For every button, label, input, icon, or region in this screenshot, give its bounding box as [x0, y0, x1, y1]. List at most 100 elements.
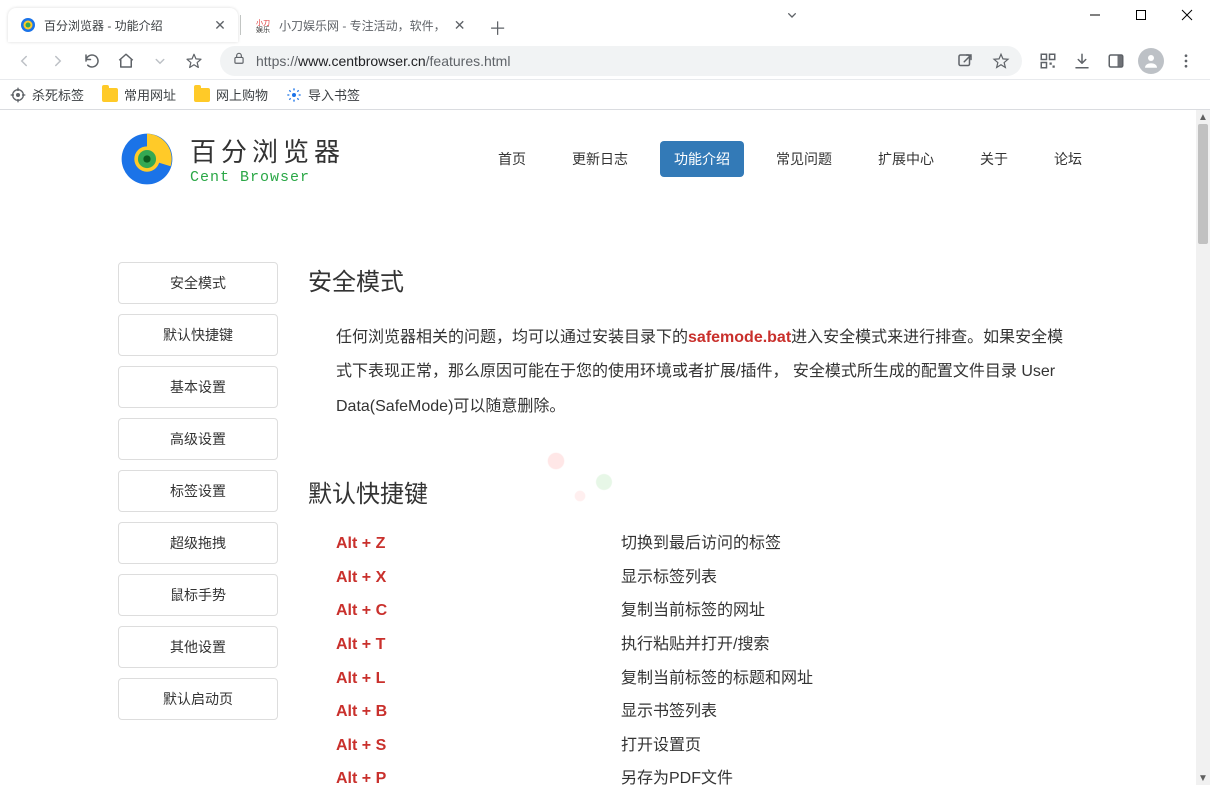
url-text: https://www.centbrowser.cn/features.html — [256, 53, 510, 69]
nav-home[interactable]: 首页 — [484, 141, 540, 177]
scroll-track[interactable] — [1198, 124, 1208, 771]
shortcut-key: Alt + C — [336, 594, 621, 628]
tab-title: 百分浏览器 - 功能介绍 — [44, 17, 206, 34]
sidebar-item-advanced[interactable]: 高级设置 — [118, 418, 278, 460]
vertical-scrollbar[interactable]: ▲ ▼ — [1196, 110, 1210, 785]
nav-features[interactable]: 功能介绍 — [660, 141, 744, 177]
close-icon[interactable]: ✕ — [452, 17, 468, 33]
shortcut-key: Alt + T — [336, 628, 621, 662]
section-title-shortcuts: 默认快捷键 — [308, 474, 1068, 509]
shortcut-key: Alt + L — [336, 662, 621, 696]
section-title-safemode: 安全模式 — [308, 262, 1068, 297]
table-row: Alt + Z切换到最后访问的标签 — [336, 527, 1068, 561]
table-row: Alt + B显示书签列表 — [336, 695, 1068, 729]
site-logo[interactable]: 百分浏览器 Cent Browser — [118, 130, 345, 188]
tab-search-chevron-icon[interactable] — [775, 0, 809, 30]
nav-faq[interactable]: 常见问题 — [762, 141, 846, 177]
browser-tab-1[interactable]: 小刀娱乐 小刀娱乐网 - 专注活动，软件， ✕ — [243, 8, 478, 42]
address-bar[interactable]: https://www.centbrowser.cn/features.html — [220, 46, 1022, 76]
shortcut-desc: 执行粘贴并打开/搜索 — [621, 628, 769, 662]
recent-dropdown-icon[interactable] — [144, 45, 176, 77]
logo-text-en: Cent Browser — [190, 169, 345, 186]
page-viewport: 百分浏览器 Cent Browser 首页 更新日志 功能介绍 常见问题 扩展中… — [0, 110, 1196, 785]
table-row: Alt + X显示标签列表 — [336, 561, 1068, 595]
sidepanel-icon[interactable] — [1100, 45, 1132, 77]
sidebar-item-safemode[interactable]: 安全模式 — [118, 262, 278, 304]
scroll-up-icon[interactable]: ▲ — [1196, 110, 1210, 124]
shortcut-key: Alt + S — [336, 729, 621, 763]
window-controls — [1072, 0, 1210, 30]
nav-extensions[interactable]: 扩展中心 — [864, 141, 948, 177]
sidebar-item-basic[interactable]: 基本设置 — [118, 366, 278, 408]
sidebar-item-gesture[interactable]: 鼠标手势 — [118, 574, 278, 616]
sidebar-item-shortcuts[interactable]: 默认快捷键 — [118, 314, 278, 356]
scroll-thumb[interactable] — [1198, 124, 1208, 244]
lock-icon — [232, 51, 246, 70]
nav-about[interactable]: 关于 — [966, 141, 1022, 177]
bookmark-outline-icon[interactable] — [992, 52, 1010, 70]
minimize-button[interactable] — [1072, 0, 1118, 30]
text: 任何浏览器相关的问题，均可以通过安装目录下的 — [336, 329, 688, 346]
browser-tab-0[interactable]: 百分浏览器 - 功能介绍 ✕ — [8, 8, 238, 42]
bookmark-star-button[interactable] — [178, 45, 210, 77]
back-button[interactable] — [8, 45, 40, 77]
folder-icon — [102, 88, 118, 102]
sidebar-item-other[interactable]: 其他设置 — [118, 626, 278, 668]
bookmarks-bar: 杀死标签 常用网址 网上购物 导入书签 — [0, 80, 1210, 110]
bookmark-folder-common[interactable]: 常用网址 — [102, 85, 176, 104]
feature-content: 安全模式 任何浏览器相关的问题，均可以通过安装目录下的safemode.bat进… — [308, 262, 1068, 785]
close-icon[interactable]: ✕ — [212, 17, 228, 33]
window-titlebar: 百分浏览器 - 功能介绍 ✕ 小刀娱乐 小刀娱乐网 - 专注活动，软件， ✕ ＋ — [0, 0, 1210, 42]
table-row: Alt + C复制当前标签的网址 — [336, 594, 1068, 628]
shortcut-key: Alt + X — [336, 561, 621, 595]
url-path: /features.html — [426, 53, 511, 69]
highlight-filename: safemode.bat — [688, 329, 791, 346]
bookmark-kill-tab[interactable]: 杀死标签 — [10, 85, 84, 104]
bookmark-folder-shopping[interactable]: 网上购物 — [194, 85, 268, 104]
cent-logo-icon — [118, 130, 176, 188]
shortcut-key: Alt + B — [336, 695, 621, 729]
bookmark-label: 导入书签 — [308, 85, 360, 104]
nav-changelog[interactable]: 更新日志 — [558, 141, 642, 177]
qr-icon[interactable] — [1032, 45, 1064, 77]
shortcut-key: Alt + P — [336, 762, 621, 785]
sidebar-item-tabs[interactable]: 标签设置 — [118, 470, 278, 512]
svg-text:娱乐: 娱乐 — [256, 25, 270, 33]
shortcut-desc: 显示标签列表 — [621, 561, 717, 595]
page-body: 安全模式 默认快捷键 基本设置 高级设置 标签设置 超级拖拽 鼠标手势 其他设置… — [0, 208, 1196, 785]
kebab-menu-icon[interactable] — [1170, 45, 1202, 77]
reload-button[interactable] — [76, 45, 108, 77]
favicon-xd: 小刀娱乐 — [255, 17, 271, 33]
close-window-button[interactable] — [1164, 0, 1210, 30]
shortcut-desc: 另存为PDF文件 — [621, 762, 733, 785]
forward-button[interactable] — [42, 45, 74, 77]
scroll-down-icon[interactable]: ▼ — [1196, 771, 1210, 785]
omnibox-actions — [956, 52, 1010, 70]
sidebar-item-startup[interactable]: 默认启动页 — [118, 678, 278, 720]
new-tab-button[interactable]: ＋ — [484, 14, 512, 42]
shortcut-desc: 显示书签列表 — [621, 695, 717, 729]
home-button[interactable] — [110, 45, 142, 77]
bookmark-label: 网上购物 — [216, 85, 268, 104]
safemode-paragraph: 任何浏览器相关的问题，均可以通过安装目录下的safemode.bat进入安全模式… — [336, 321, 1068, 424]
bookmark-import[interactable]: 导入书签 — [286, 85, 360, 104]
share-icon[interactable] — [956, 52, 974, 70]
shortcuts-table: Alt + Z切换到最后访问的标签 Alt + X显示标签列表 Alt + C复… — [336, 527, 1068, 785]
url-host: www.centbrowser.cn — [298, 53, 426, 69]
table-row: Alt + P另存为PDF文件 — [336, 762, 1068, 785]
bookmark-label: 常用网址 — [124, 85, 176, 104]
profile-avatar[interactable] — [1138, 48, 1164, 74]
maximize-button[interactable] — [1118, 0, 1164, 30]
downloads-icon[interactable] — [1066, 45, 1098, 77]
url-scheme: https:// — [256, 53, 298, 69]
sidebar-item-drag[interactable]: 超级拖拽 — [118, 522, 278, 564]
nav-forum[interactable]: 论坛 — [1040, 141, 1096, 177]
shortcut-desc: 复制当前标签的标题和网址 — [621, 662, 813, 696]
table-row: Alt + L复制当前标签的标题和网址 — [336, 662, 1068, 696]
tab-title: 小刀娱乐网 - 专注活动，软件， — [279, 17, 446, 34]
logo-text: 百分浏览器 Cent Browser — [190, 132, 345, 186]
browser-tabs: 百分浏览器 - 功能介绍 ✕ 小刀娱乐 小刀娱乐网 - 专注活动，软件， ✕ ＋ — [0, 0, 512, 42]
shortcut-desc: 复制当前标签的网址 — [621, 594, 765, 628]
table-row: Alt + T执行粘贴并打开/搜索 — [336, 628, 1068, 662]
table-row: Alt + S打开设置页 — [336, 729, 1068, 763]
